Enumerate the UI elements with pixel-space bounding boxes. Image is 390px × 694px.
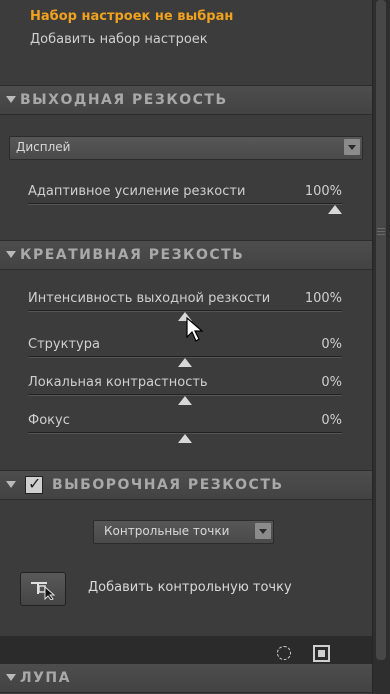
preset-status: Набор настроек не выбран bbox=[30, 9, 234, 24]
output-type-dropdown[interactable]: Дисплей bbox=[9, 136, 363, 160]
collapse-triangle-icon[interactable] bbox=[6, 251, 16, 258]
slider-label: Структура bbox=[28, 337, 100, 352]
dropdown-value: Дисплей bbox=[16, 140, 71, 154]
slider-thumb[interactable] bbox=[178, 434, 192, 443]
chevron-down-icon[interactable] bbox=[344, 139, 360, 155]
slider-value: 100% bbox=[304, 184, 342, 199]
slider-value: 0% bbox=[321, 375, 342, 390]
slider-label: Интенсивность выходной резкости bbox=[28, 291, 271, 306]
scrollbar-thumb[interactable] bbox=[376, 0, 386, 660]
collapse-triangle-icon[interactable] bbox=[6, 674, 16, 681]
slider-value: 100% bbox=[304, 291, 342, 306]
slider-label: Локальная контрастность bbox=[28, 375, 208, 390]
scrollbar-grip bbox=[377, 228, 385, 229]
structure-slider[interactable]: Структура 0% bbox=[28, 337, 342, 367]
output-intensity-slider[interactable]: Интенсивность выходной резкости 100% bbox=[28, 291, 342, 321]
selective-mode-dropdown[interactable]: Контрольные точки bbox=[93, 520, 274, 544]
square-target-icon[interactable] bbox=[313, 645, 330, 662]
scrollbar-grip bbox=[377, 231, 385, 232]
add-control-point-label: Добавить контрольную точку bbox=[88, 580, 292, 595]
section-title: ВЫХОДНАЯ РЕЗКОСТЬ bbox=[20, 92, 228, 108]
adaptive-sharpening-slider[interactable]: Адаптивное усиление резкости 100% bbox=[28, 184, 342, 214]
section-title: КРЕАТИВНАЯ РЕЗКОСТЬ bbox=[20, 247, 245, 263]
local-contrast-slider[interactable]: Локальная контрастность 0% bbox=[28, 375, 342, 405]
dropdown-value: Контрольные точки bbox=[104, 524, 230, 538]
section-output-sharpening[interactable]: ВЫХОДНАЯ РЕЗКОСТЬ bbox=[0, 85, 372, 115]
slider-value: 0% bbox=[321, 337, 342, 352]
add-control-point-button[interactable] bbox=[20, 572, 66, 606]
slider-thumb[interactable] bbox=[178, 396, 192, 405]
control-point-icon bbox=[31, 582, 56, 600]
circle-dashed-icon[interactable] bbox=[277, 646, 291, 660]
selective-sharpening-checkbox[interactable]: ✓ bbox=[25, 474, 43, 494]
focus-slider[interactable]: Фокус 0% bbox=[28, 413, 342, 443]
slider-value: 0% bbox=[321, 413, 342, 428]
section-creative-sharpening[interactable]: КРЕАТИВНАЯ РЕЗКОСТЬ bbox=[0, 240, 372, 270]
mouse-cursor-icon bbox=[186, 317, 204, 342]
slider-track[interactable] bbox=[28, 203, 342, 205]
section-loupe[interactable]: ЛУПА bbox=[0, 663, 372, 693]
scrollbar-grip bbox=[377, 234, 385, 235]
check-icon: ✓ bbox=[28, 474, 42, 493]
collapse-triangle-icon[interactable] bbox=[6, 481, 16, 488]
collapse-triangle-icon[interactable] bbox=[6, 96, 16, 103]
section-title: ЛУПА bbox=[20, 670, 71, 686]
section-title: ВЫБОРОЧНАЯ РЕЗКОСТЬ bbox=[52, 477, 284, 493]
slider-label: Фокус bbox=[28, 413, 70, 428]
section-selective-sharpening[interactable]: ВЫБОРОЧНАЯ РЕЗКОСТЬ bbox=[0, 470, 372, 500]
slider-thumb[interactable] bbox=[328, 205, 342, 214]
slider-thumb[interactable] bbox=[178, 358, 192, 367]
add-preset-link[interactable]: Добавить набор настроек bbox=[30, 32, 208, 47]
slider-label: Адаптивное усиление резкости bbox=[28, 184, 246, 199]
chevron-down-icon[interactable] bbox=[255, 523, 271, 539]
